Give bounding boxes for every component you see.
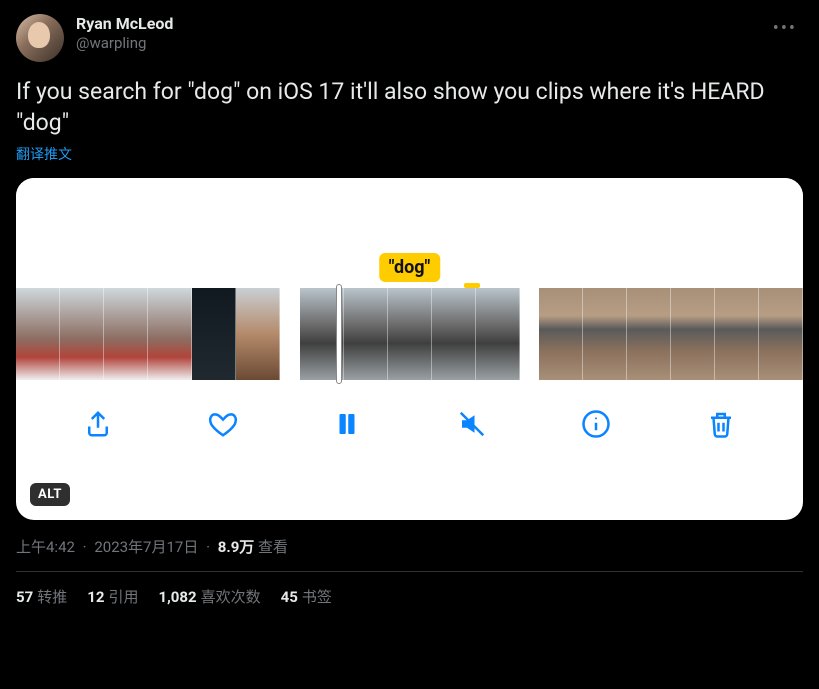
timeline-frame (539, 288, 583, 380)
retweets-label: 转推 (37, 588, 67, 606)
share-icon (83, 409, 113, 443)
bookmarks-count: 45 (281, 588, 298, 606)
bookmarks-label: 书签 (302, 588, 332, 606)
mute-button[interactable] (454, 408, 490, 444)
media-toolbar (16, 380, 803, 472)
quotes-label: 引用 (108, 588, 138, 606)
meta-time[interactable]: 上午4:42 (16, 538, 75, 556)
caption-label: "dog" (379, 253, 441, 282)
clip-group-2 (300, 288, 520, 380)
like-button[interactable] (205, 408, 241, 444)
info-icon (581, 409, 611, 443)
tweet-meta: 上午4:42 · 2023年7月17日 · 8.9万 查看 (16, 536, 803, 557)
timeline-frame (344, 288, 388, 380)
clip-group-3 (539, 288, 803, 380)
handle: @warpling (76, 34, 173, 53)
tweet-header: Ryan McLeod @warpling ••• (16, 14, 803, 62)
playhead[interactable] (336, 284, 342, 384)
timeline-frame (759, 288, 803, 380)
timeline-frame (60, 288, 104, 380)
stat-likes[interactable]: 1,082 喜欢次数 (158, 586, 260, 607)
media-card[interactable]: "dog" (16, 178, 803, 520)
video-timeline[interactable] (16, 288, 803, 380)
dot-separator: · (83, 538, 87, 556)
timeline-frame (192, 288, 236, 380)
pause-button[interactable] (329, 408, 365, 444)
speaker-muted-icon (457, 409, 487, 443)
timeline-frame (671, 288, 715, 380)
timeline-frame (16, 288, 60, 380)
timeline-frame (715, 288, 759, 380)
tweet-text: If you search for "dog" on iOS 17 it'll … (16, 76, 803, 138)
timeline-frame (148, 288, 192, 380)
likes-label: 喜欢次数 (201, 588, 261, 606)
pause-icon (332, 409, 362, 443)
views-label-text: 查看 (258, 538, 288, 556)
info-button[interactable] (578, 408, 614, 444)
display-name: Ryan McLeod (76, 14, 173, 34)
share-button[interactable] (80, 408, 116, 444)
stat-retweets[interactable]: 57转推 (16, 586, 67, 607)
clip-group-1 (16, 288, 280, 380)
author-names[interactable]: Ryan McLeod @warpling (76, 14, 173, 53)
timeline-frame (583, 288, 627, 380)
translate-link[interactable]: 翻译推文 (16, 144, 72, 164)
meta-date[interactable]: 2023年7月17日 (94, 538, 198, 556)
clip-gap (520, 288, 540, 380)
views-count: 8.9万 (218, 538, 255, 556)
tweet-container: Ryan McLeod @warpling ••• If you search … (0, 0, 819, 607)
dot-separator: · (206, 538, 210, 556)
clip-gap (280, 288, 300, 380)
quotes-count: 12 (87, 588, 104, 606)
stat-bookmarks[interactable]: 45书签 (281, 586, 332, 607)
timeline-frame (104, 288, 148, 380)
retweets-count: 57 (16, 588, 33, 606)
stat-quotes[interactable]: 12引用 (87, 586, 138, 607)
more-button[interactable]: ••• (767, 14, 803, 43)
alt-badge[interactable]: ALT (30, 483, 70, 506)
timeline-frame (627, 288, 671, 380)
timeline-frame (388, 288, 432, 380)
trash-icon (706, 409, 736, 443)
heart-icon (208, 409, 238, 443)
media-top-strip: "dog" (16, 178, 803, 288)
avatar[interactable] (16, 14, 64, 62)
timeline-frame (236, 288, 280, 380)
timeline-frame (432, 288, 476, 380)
tweet-stats: 57转推 12引用 1,082 喜欢次数 45书签 (16, 572, 803, 607)
likes-count: 1,082 (158, 588, 196, 606)
delete-button[interactable] (703, 408, 739, 444)
timeline-frame (476, 288, 520, 380)
